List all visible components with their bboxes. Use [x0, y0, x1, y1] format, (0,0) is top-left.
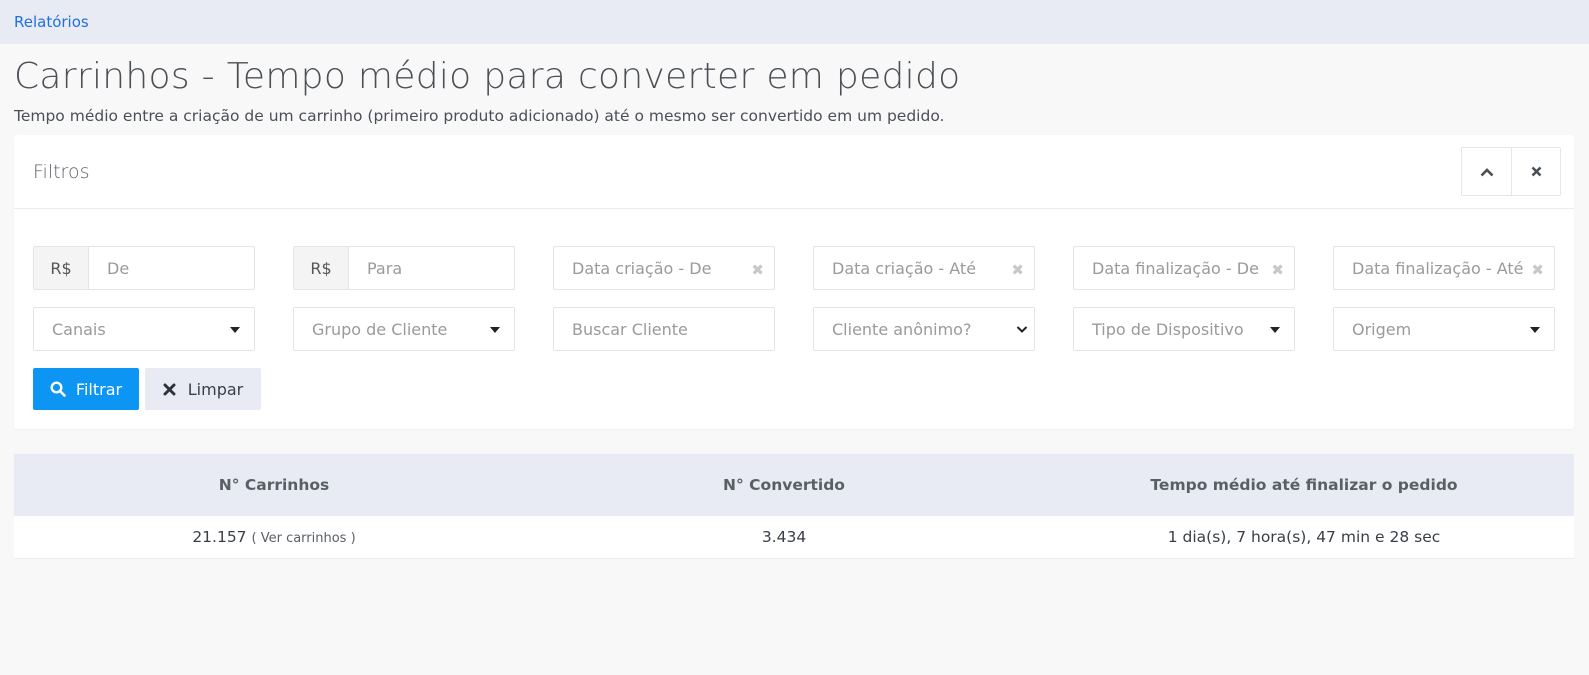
results-header-row: N° Carrinhos N° Convertido Tempo médio a…: [14, 454, 1574, 516]
clear-icon[interactable]: ✖: [751, 261, 764, 279]
collapse-button[interactable]: [1462, 148, 1511, 195]
filters-card: Filtros R$ De R$ Para Data criação - De …: [14, 135, 1574, 429]
caret-down-icon: [1270, 327, 1280, 333]
breadcrumb: Relatórios: [0, 0, 1589, 44]
filter-button-label: Filtrar: [75, 379, 123, 399]
filter-button[interactable]: Filtrar: [33, 368, 139, 410]
caret-down-icon: [230, 327, 240, 333]
page-title: Carrinhos - Tempo médio para converter e…: [14, 56, 961, 97]
price-from-placeholder: De: [107, 258, 130, 278]
times-icon: [163, 383, 176, 395]
price-from-field[interactable]: R$ De: [33, 246, 255, 290]
page-description: Tempo médio entre a criação de um carrin…: [14, 107, 945, 125]
price-to-placeholder: Para: [367, 258, 403, 278]
created-from-field[interactable]: Data criação - De ✖: [553, 246, 775, 290]
clear-icon[interactable]: ✖: [1531, 261, 1544, 279]
channels-select[interactable]: Canais: [33, 307, 255, 351]
finished-to-placeholder: Data finalização - Até: [1352, 258, 1524, 278]
channels-placeholder: Canais: [52, 319, 106, 339]
breadcrumb-link-relatorios[interactable]: Relatórios: [14, 13, 89, 31]
filter-row-2: Canais Grupo de Cliente Buscar Cliente C…: [33, 307, 1555, 351]
table-row: 21.157 ( Ver carrinhos ) 3.434 1 dia(s),…: [14, 516, 1574, 559]
finished-from-field[interactable]: Data finalização - De ✖: [1073, 246, 1295, 290]
currency-addon: R$: [294, 247, 349, 289]
filters-title: Filtros: [33, 160, 90, 183]
origin-select[interactable]: Origem: [1333, 307, 1555, 351]
clear-button-label: Limpar: [187, 379, 244, 399]
column-header-avg-time: Tempo médio até finalizar o pedido: [1150, 476, 1458, 494]
clear-icon[interactable]: ✖: [1271, 261, 1284, 279]
close-button[interactable]: [1511, 148, 1560, 195]
search-icon: [50, 381, 66, 397]
customer-group-placeholder: Grupo de Cliente: [312, 319, 448, 339]
origin-placeholder: Origem: [1352, 319, 1412, 339]
customer-group-select[interactable]: Grupo de Cliente: [293, 307, 515, 351]
filter-row-1: R$ De R$ Para Data criação - De ✖ Data c…: [33, 246, 1555, 290]
column-header-carts: N° Carrinhos: [218, 476, 330, 494]
device-type-placeholder: Tipo de Dispositivo: [1092, 319, 1244, 339]
created-to-placeholder: Data criação - Até: [832, 258, 977, 278]
view-carts-link[interactable]: ( Ver carrinhos ): [252, 531, 356, 546]
filter-actions: Filtrar Limpar: [33, 368, 1555, 410]
created-from-placeholder: Data criação - De: [572, 258, 712, 278]
chevron-up-icon: [1480, 167, 1493, 176]
caret-down-icon: [1530, 327, 1540, 333]
finished-to-field[interactable]: Data finalização - Até ✖: [1333, 246, 1555, 290]
search-customer-input[interactable]: Buscar Cliente: [553, 307, 775, 351]
currency-addon: R$: [34, 247, 89, 289]
carts-count: 21.157: [192, 528, 247, 546]
search-customer-placeholder: Buscar Cliente: [572, 319, 688, 339]
caret-down-icon: [490, 327, 500, 333]
chevron-down-icon: [1016, 326, 1028, 333]
filters-body: R$ De R$ Para Data criação - De ✖ Data c…: [14, 209, 1574, 429]
anonymous-customer-placeholder: Cliente anônimo?: [832, 319, 972, 339]
price-to-field[interactable]: R$ Para: [293, 246, 515, 290]
anonymous-customer-select[interactable]: Cliente anônimo?: [813, 307, 1035, 351]
close-icon: [1531, 166, 1541, 177]
created-to-field[interactable]: Data criação - Até ✖: [813, 246, 1035, 290]
column-header-converted: N° Convertido: [723, 476, 845, 494]
carts-cell: 21.157 ( Ver carrinhos ): [14, 528, 534, 546]
avg-time-cell: 1 dia(s), 7 hora(s), 47 min e 28 sec: [1167, 528, 1441, 546]
filters-header: Filtros: [14, 135, 1574, 209]
card-tools: [1461, 147, 1561, 196]
results-table: N° Carrinhos N° Convertido Tempo médio a…: [14, 454, 1574, 559]
finished-from-placeholder: Data finalização - De: [1092, 258, 1259, 278]
clear-icon[interactable]: ✖: [1011, 261, 1024, 279]
converted-cell: 3.434: [761, 528, 807, 546]
device-type-select[interactable]: Tipo de Dispositivo: [1073, 307, 1295, 351]
clear-button[interactable]: Limpar: [145, 368, 261, 410]
